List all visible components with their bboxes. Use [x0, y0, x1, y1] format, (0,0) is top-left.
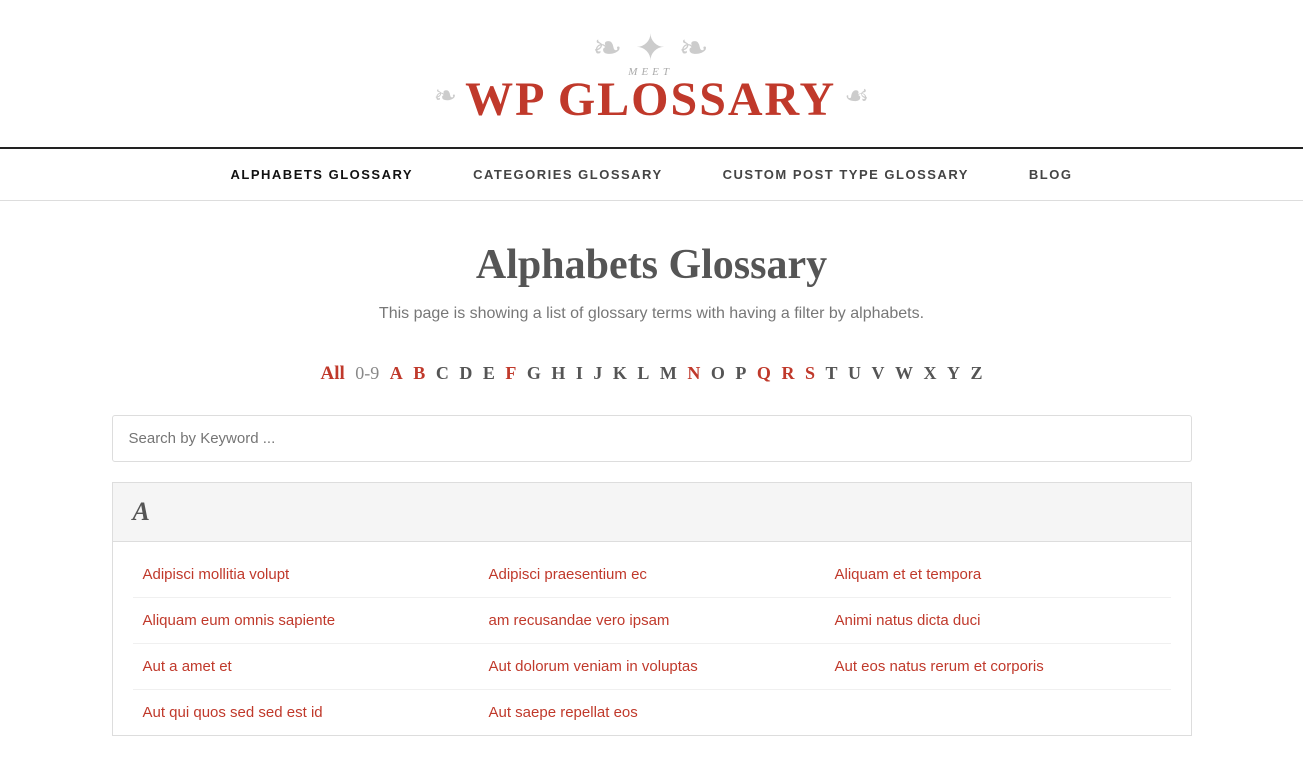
- list-item[interactable]: Adipisci mollitia volupt: [133, 552, 479, 597]
- list-item[interactable]: Animi natus dicta duci: [825, 598, 1171, 643]
- list-item[interactable]: Aut a amet et: [133, 644, 479, 689]
- list-item[interactable]: Adipisci praesentium ec: [479, 552, 825, 597]
- alpha-Y[interactable]: Y: [947, 363, 960, 383]
- logo-wing-left: ❧: [434, 79, 457, 113]
- search-container: [112, 415, 1192, 462]
- alpha-S[interactable]: S: [805, 363, 815, 383]
- list-item[interactable]: am recusandae vero ipsam: [479, 598, 825, 643]
- alpha-K[interactable]: K: [613, 363, 627, 383]
- main-content: Alphabets Glossary This page is showing …: [52, 201, 1252, 776]
- table-row: Aliquam eum omnis sapiente am recusandae…: [133, 598, 1171, 644]
- alpha-L[interactable]: L: [637, 363, 649, 383]
- alpha-A[interactable]: A: [390, 363, 403, 383]
- list-item[interactable]: Aut dolorum veniam in voluptas: [479, 644, 825, 689]
- glossary-section-a: A Adipisci mollitia volupt Adipisci prae…: [112, 482, 1192, 736]
- list-item[interactable]: Aliquam eum omnis sapiente: [133, 598, 479, 643]
- nav-blog[interactable]: BLOG: [999, 149, 1103, 200]
- nav-categories-glossary[interactable]: CATEGORIES GLOSSARY: [443, 149, 693, 200]
- logo-title: WP GLOSSARY: [465, 74, 836, 127]
- nav-custom-post-type-glossary[interactable]: CUSTOM POST TYPE GLOSSARY: [693, 149, 999, 200]
- alpha-Q[interactable]: Q: [757, 363, 771, 383]
- alpha-J[interactable]: J: [593, 363, 602, 383]
- search-input[interactable]: [112, 415, 1192, 462]
- alpha-all[interactable]: All: [321, 363, 345, 384]
- alpha-digits[interactable]: 0-9: [355, 363, 379, 383]
- logo-ornament: ❧ ✦ ❧: [20, 30, 1283, 66]
- alpha-I[interactable]: I: [576, 363, 583, 383]
- nav-alphabets-glossary[interactable]: ALPHABETS GLOSSARY: [201, 149, 444, 200]
- list-item[interactable]: Aut eos natus rerum et corporis: [825, 644, 1171, 689]
- alpha-V[interactable]: V: [871, 363, 884, 383]
- alpha-E[interactable]: E: [483, 363, 495, 383]
- alpha-M[interactable]: M: [660, 363, 677, 383]
- alpha-O[interactable]: O: [711, 363, 725, 383]
- list-item[interactable]: Aut saepe repellat eos: [479, 690, 825, 735]
- alpha-F[interactable]: F: [505, 363, 516, 383]
- alpha-G[interactable]: G: [527, 363, 541, 383]
- alpha-B[interactable]: B: [413, 363, 425, 383]
- alpha-H[interactable]: H: [551, 363, 565, 383]
- alpha-W[interactable]: W: [895, 363, 913, 383]
- site-header: ❧ ✦ ❧ ❧ MEET WP GLOSSARY ☙: [0, 0, 1303, 137]
- table-row: Adipisci mollitia volupt Adipisci praese…: [133, 552, 1171, 598]
- glossary-terms-a: Adipisci mollitia volupt Adipisci praese…: [113, 542, 1191, 735]
- alpha-T[interactable]: T: [825, 363, 837, 383]
- glossary-letter-a: A: [133, 497, 150, 526]
- logo-wing-right: ☙: [844, 79, 869, 113]
- alpha-P[interactable]: P: [735, 363, 746, 383]
- table-row: Aut qui quos sed sed est id Aut saepe re…: [133, 690, 1171, 735]
- alpha-U[interactable]: U: [848, 363, 861, 383]
- glossary-section-header-a: A: [113, 483, 1191, 542]
- list-item-empty: [825, 690, 1171, 735]
- page-title: Alphabets Glossary: [112, 241, 1192, 289]
- list-item[interactable]: Aliquam et et tempora: [825, 552, 1171, 597]
- alpha-Z[interactable]: Z: [970, 363, 982, 383]
- list-item[interactable]: Aut qui quos sed sed est id: [133, 690, 479, 735]
- alpha-N[interactable]: N: [687, 363, 700, 383]
- page-description: This page is showing a list of glossary …: [112, 305, 1192, 323]
- table-row: Aut a amet et Aut dolorum veniam in volu…: [133, 644, 1171, 690]
- alphabet-filter: All 0-9 A B C D E F G H I J K L M N O P …: [112, 363, 1192, 385]
- alpha-D[interactable]: D: [459, 363, 472, 383]
- alpha-X[interactable]: X: [923, 363, 936, 383]
- alpha-R[interactable]: R: [781, 363, 794, 383]
- main-nav: ALPHABETS GLOSSARY CATEGORIES GLOSSARY C…: [0, 147, 1303, 201]
- alpha-C[interactable]: C: [436, 363, 449, 383]
